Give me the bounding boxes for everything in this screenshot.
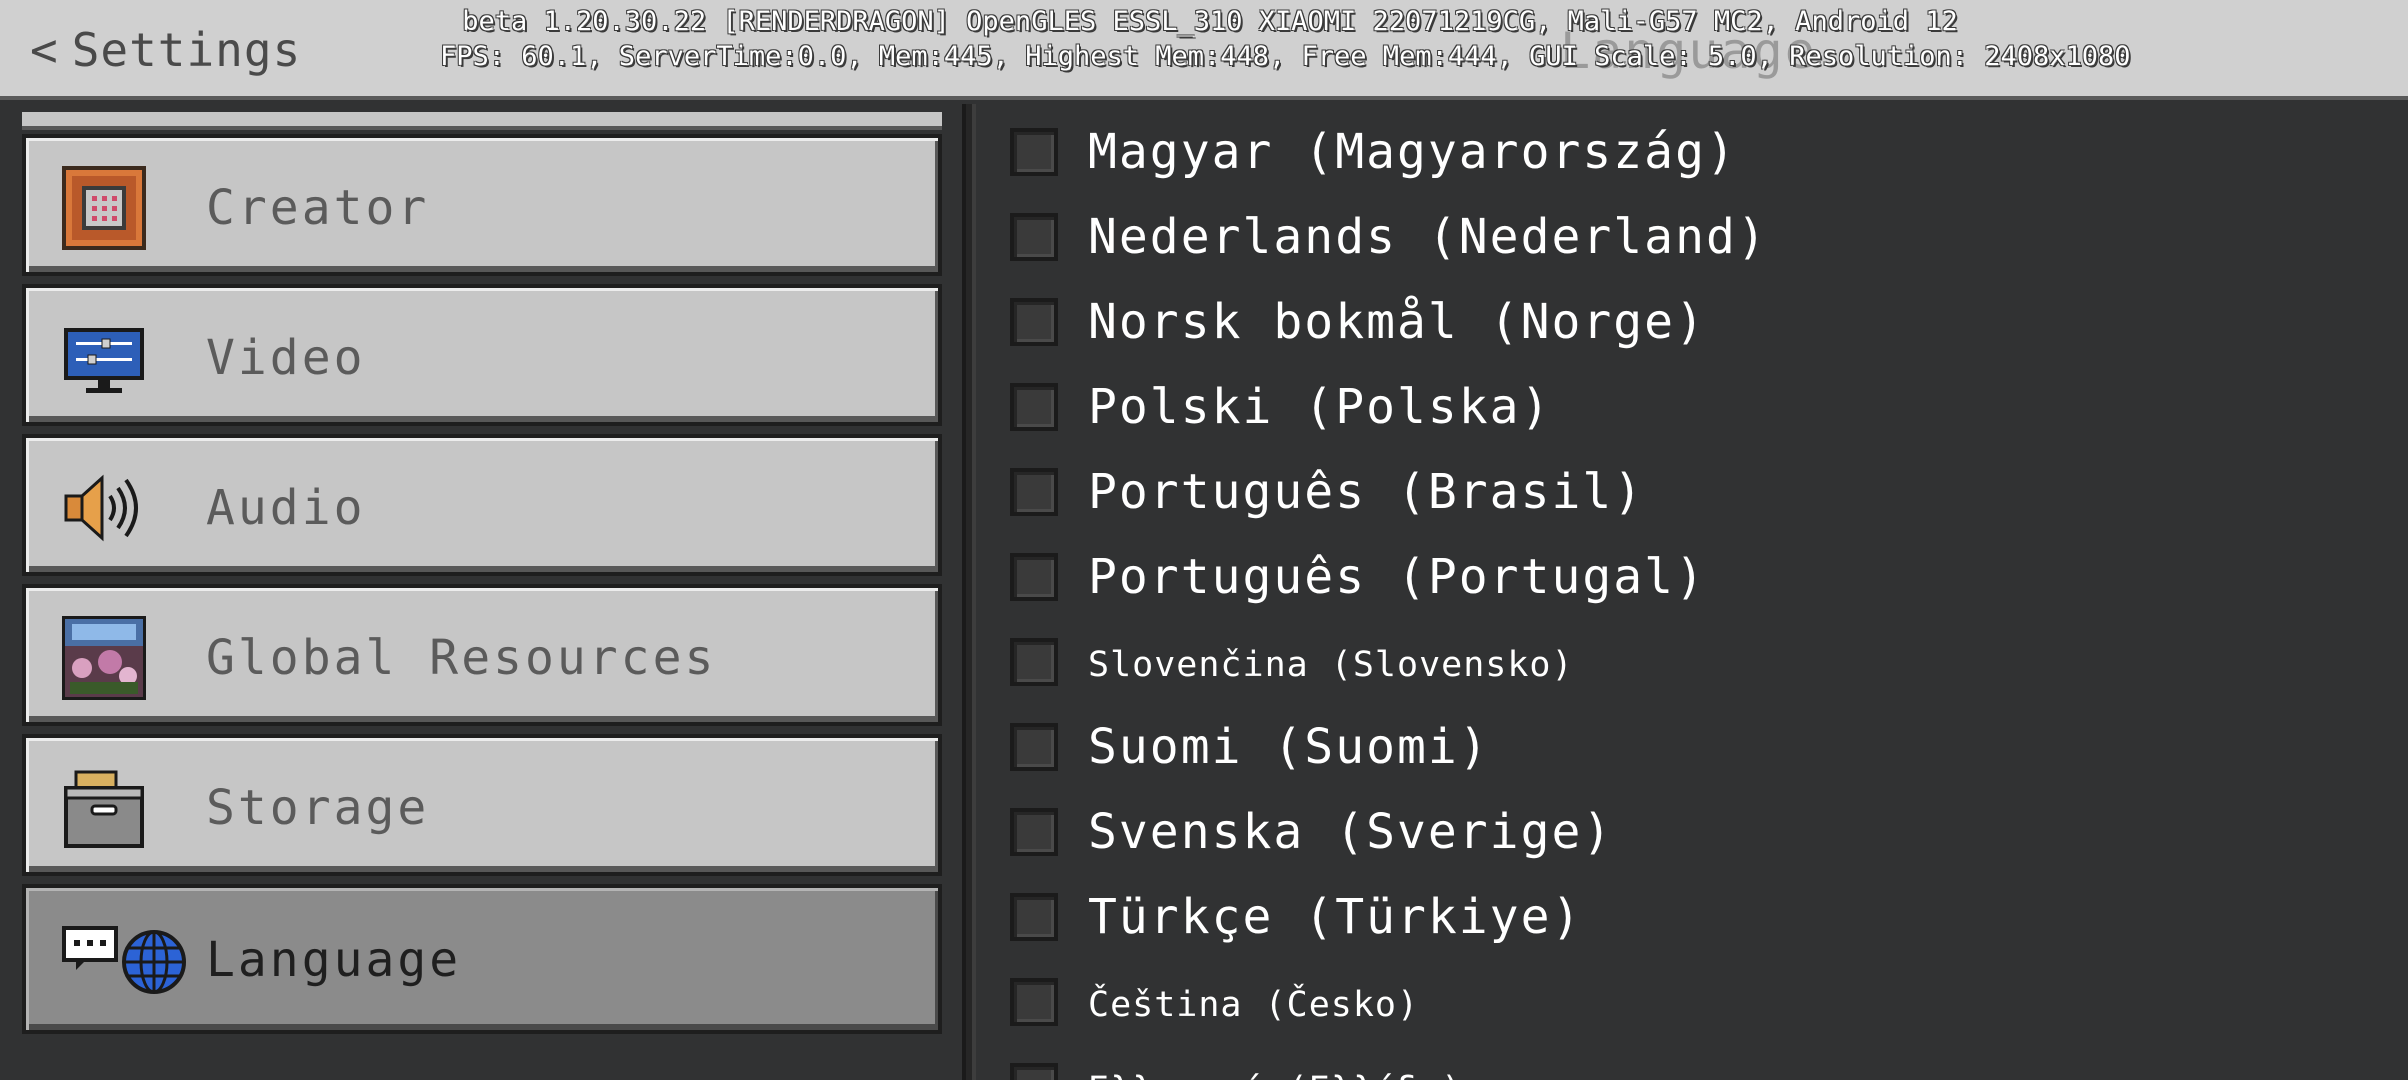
sidebar-item-label: Language [206,932,462,988]
language-option-slovencina[interactable]: Slovenčina (Slovensko) [980,620,2408,705]
speaker-icon [64,474,138,542]
chevron-left-icon: < [30,23,58,77]
sidebar-item-label: Audio [206,480,366,536]
language-checkbox[interactable] [1010,468,1058,516]
language-label: Nederlands (Nederland) [1088,209,1768,265]
language-checkbox[interactable] [1010,213,1058,261]
monitor-sliders-icon [64,328,144,393]
language-option-cestina[interactable]: Čeština (Česko) [980,960,2408,1045]
language-option-norsk[interactable]: Norsk bokmål (Norge) [980,280,2408,365]
language-checkbox[interactable] [1010,298,1058,346]
sidebar-item-label: Video [206,330,366,386]
sidebar-item-creator[interactable]: Creator [22,134,942,276]
panel-divider [962,104,976,1080]
language-label: Svenska (Sverige) [1088,804,1614,860]
language-label: Polski (Polska) [1088,379,1552,435]
debug-line-1: beta 1.20.30.22 [RENDERDRAGON] OpenGLES … [462,6,1958,37]
language-label: Português (Brasil) [1088,464,1645,520]
sidebar-item-video[interactable]: Video [22,284,942,426]
language-option-portugues-portugal[interactable]: Português (Portugal) [980,535,2408,620]
language-label: Slovenčina (Slovensko) [1088,645,1574,685]
chat-globe-icon [62,926,186,994]
command-block-icon [62,166,146,250]
language-checkbox[interactable] [1010,893,1058,941]
language-label: Magyar (Magyarország) [1088,124,1737,180]
language-checkbox[interactable] [1010,128,1058,176]
language-checkbox[interactable] [1010,808,1058,856]
sidebar-item-global-resources[interactable]: Global Resources [22,584,942,726]
language-option-magyar[interactable]: Magyar (Magyarország) [980,110,2408,195]
language-option-nederlands[interactable]: Nederlands (Nederland) [980,195,2408,280]
language-label: Suomi (Suomi) [1088,719,1490,775]
language-checkbox[interactable] [1010,723,1058,771]
back-button[interactable]: < Settings [30,22,301,78]
debug-overlay: beta 1.20.30.22 [RENDERDRAGON] OpenGLES … [440,4,2131,74]
back-label: Settings [71,23,302,77]
language-option-svenska[interactable]: Svenska (Sverige) [980,790,2408,875]
language-label: Čeština (Česko) [1088,985,1420,1025]
language-label: Ελληνικά (Ελλάδα) [1088,1070,1463,1080]
language-checkbox[interactable] [1010,553,1058,601]
storage-box-icon [64,770,144,848]
language-label: Norsk bokmål (Norge) [1088,294,1706,350]
language-checkbox[interactable] [1010,1063,1058,1080]
sidebar-item-label: Global Resources [206,630,717,686]
debug-line-2: FPS: 60.1, ServerTime:0.0, Mem:445, High… [440,41,2131,72]
language-option-portugues-brasil[interactable]: Português (Brasil) [980,450,2408,535]
language-option-turkce[interactable]: Türkçe (Türkiye) [980,875,2408,960]
resource-pack-icon [62,616,146,700]
sidebar-item-storage[interactable]: Storage [22,734,942,876]
sidebar-item-language[interactable]: Language [22,884,942,1034]
language-option-suomi[interactable]: Suomi (Suomi) [980,705,2408,790]
language-list[interactable]: Magyar (Magyarország) Nederlands (Nederl… [980,104,2408,1080]
sidebar-item-label: Storage [206,780,430,836]
language-option-ellinika[interactable]: Ελληνικά (Ελλάδα) [980,1045,2408,1080]
settings-header: < Settings Language beta 1.20.30.22 [REN… [0,0,2408,100]
language-checkbox[interactable] [1010,383,1058,431]
sidebar-item-audio[interactable]: Audio [22,434,942,576]
sidebar-item-label: Creator [206,180,430,236]
language-checkbox[interactable] [1010,638,1058,686]
language-label: Türkçe (Türkiye) [1088,889,1583,945]
language-label: Português (Portugal) [1088,549,1706,605]
settings-sidebar: Creator Video Audio Global Resources Sto… [0,104,960,1080]
language-checkbox[interactable] [1010,978,1058,1026]
language-option-polski[interactable]: Polski (Polska) [980,365,2408,450]
sidebar-item-partial[interactable] [22,112,942,130]
